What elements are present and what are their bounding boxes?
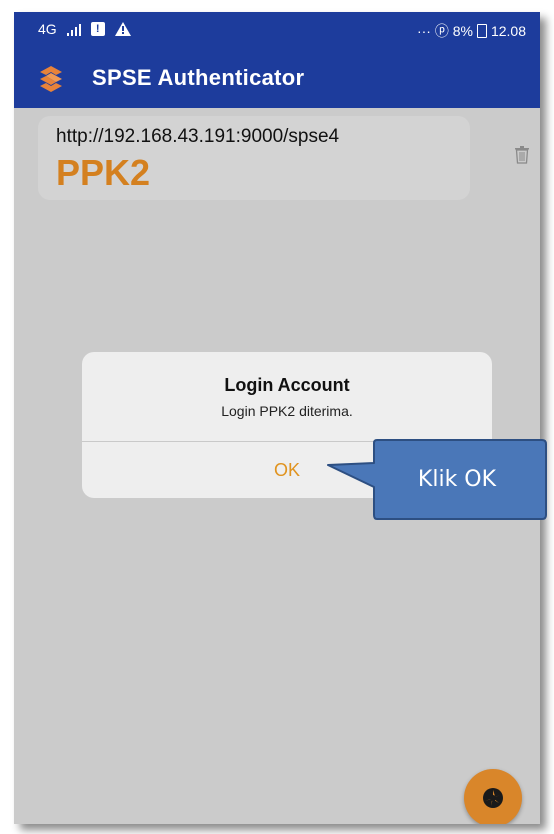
battery-icon [476,24,487,38]
camera-shutter-icon [483,788,503,808]
callout-text: Klik OK [417,466,497,492]
app-title: SPSE Authenticator [92,65,305,90]
dialog-message: Login PPK2 diterima. [221,403,353,419]
warning-icon [114,22,131,36]
clock: 12.08 [490,23,526,39]
status-left: 4G ! [38,21,131,37]
phone-screen: 4G ! ··· ⓟ 8% 12.08 SPSE Authenticator h… [14,12,540,824]
account-url: http://192.168.43.191:9000/spse4 [56,126,340,147]
status-bar: 4G ! ··· ⓟ 8% 12.08 [14,12,540,48]
status-indicators: ··· ⓟ 8% [416,23,473,39]
notification-alert-icon: ! [90,22,105,36]
status-right: ··· ⓟ 8% 12.08 [417,21,526,41]
trash-icon[interactable] [514,146,530,164]
camera-fab-button[interactable] [464,769,522,824]
signal-icon [66,22,81,36]
app-bar: SPSE Authenticator [14,48,540,108]
account-card[interactable]: http://192.168.43.191:9000/spse4 PPK2 [38,116,470,200]
account-name: PPK2 [56,152,151,193]
network-type: 4G [38,21,57,37]
spse-logo-icon [40,66,62,92]
dialog-title: Login Account [224,375,350,395]
